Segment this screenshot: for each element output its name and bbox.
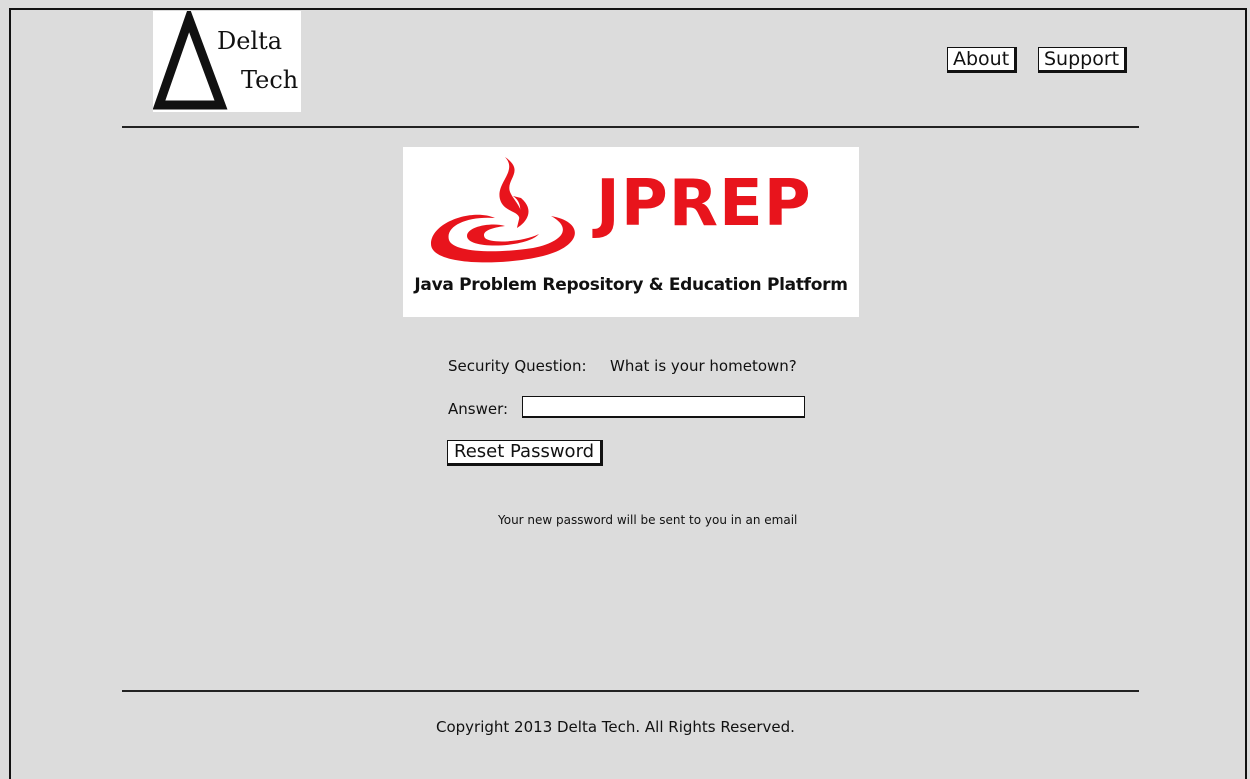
reset-password-button[interactable]: Reset Password [447, 440, 604, 466]
delta-tech-logo-line1: Delta [217, 27, 283, 55]
answer-label: Answer: [448, 400, 509, 418]
about-button[interactable]: About [947, 47, 1018, 73]
jprep-subtitle: Java Problem Repository & Education Plat… [414, 275, 848, 295]
delta-tech-logo: Delta Tech [153, 11, 301, 112]
jprep-logo: JPREP Java Problem Repository & Educatio… [403, 147, 859, 317]
password-email-info: Your new password will be sent to you in… [498, 513, 798, 527]
support-button[interactable]: Support [1038, 47, 1128, 73]
page-frame [9, 8, 1247, 779]
header-divider [122, 126, 1139, 128]
security-question-label: Security Question: [448, 357, 587, 375]
java-flame-icon [431, 157, 575, 263]
footer-copyright: Copyright 2013 Delta Tech. All Rights Re… [436, 718, 795, 736]
delta-tech-logo-line2: Tech [241, 66, 299, 94]
security-question-text: What is your hometown? [610, 357, 797, 375]
jprep-title: JPREP [596, 167, 812, 241]
answer-input[interactable] [522, 396, 805, 418]
footer-divider [122, 690, 1139, 692]
